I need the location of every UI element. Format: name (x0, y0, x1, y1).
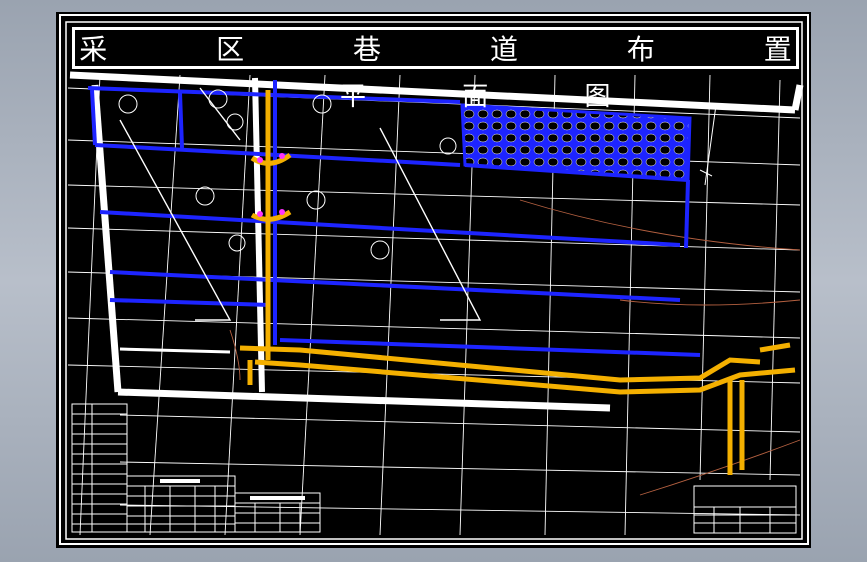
drawing-subtitle: 平 面 图 (340, 82, 655, 112)
shaft-pillar-line (252, 77, 265, 393)
legend-table-left (71, 403, 128, 533)
table-placeholder-text (160, 479, 305, 500)
title-block (693, 485, 797, 534)
title-bar: 采 区 巷 道 布 置 (72, 27, 799, 69)
barrier-line (119, 347, 231, 354)
fault-lines (119, 87, 482, 321)
equipment-table (126, 475, 236, 533)
drawing-title: 采 区 巷 道 布 置 (79, 33, 842, 66)
